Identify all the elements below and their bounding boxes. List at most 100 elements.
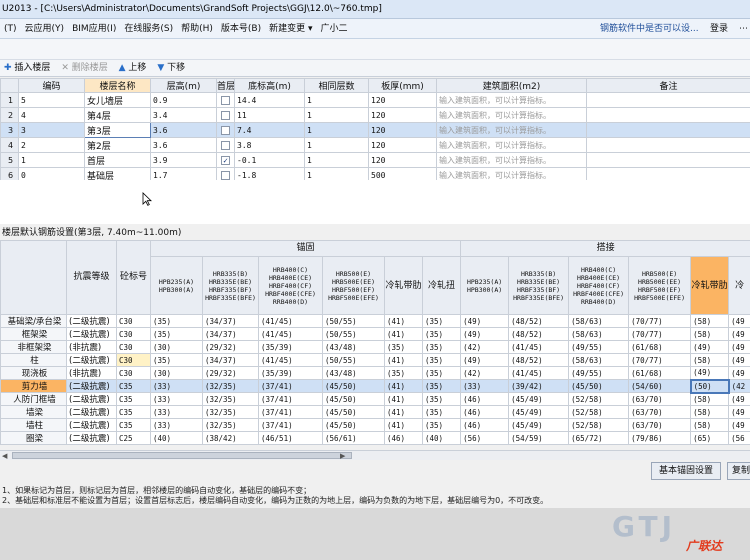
value-cell[interactable]: (49/55) bbox=[568, 366, 630, 380]
value-cell[interactable]: (35) bbox=[421, 379, 462, 393]
seismic-grade-cell[interactable]: (二级抗震) bbox=[66, 405, 117, 419]
value-cell[interactable]: (35) bbox=[384, 340, 423, 354]
floor-code[interactable]: 3 bbox=[18, 122, 85, 138]
table-row[interactable]: 3 3 第3层 3.6 7.4 1 120 输入建筑面积，可以计算指标。 bbox=[0, 122, 750, 138]
header-floor-name[interactable]: 楼层名称 bbox=[84, 78, 151, 93]
value-cell[interactable]: (45/49) bbox=[508, 405, 570, 419]
table-row[interactable]: 墙柱 (二级抗震) C35 (33) (32/35) (37/41) (45/50) (41)… bbox=[0, 418, 750, 432]
same-floor-count[interactable]: 1 bbox=[304, 152, 369, 168]
rebar-grade-header[interactable]: HRB335(B) HRB335E(BE) HRBF335(BF) HRBF335E(… bbox=[202, 256, 259, 315]
table-row[interactable]: 人防门框墙 (二级抗震) C35 (33) (32/35) (37/41) (45/50)(… bbox=[0, 392, 750, 406]
menu-item[interactable]: 广小二 bbox=[316, 19, 351, 39]
value-cell[interactable]: (52/58) bbox=[568, 405, 630, 419]
header-height[interactable]: 层高(m) bbox=[150, 78, 217, 93]
concrete-grade-cell[interactable]: C30 bbox=[116, 314, 151, 328]
value-cell[interactable]: (58/63) bbox=[568, 327, 630, 341]
value-cell[interactable]: (40) bbox=[150, 431, 203, 445]
rebar-grade-header[interactable]: HRB400(C) HRB400E(CE) HRBF400(CF) HRBF400E(… bbox=[568, 256, 630, 315]
value-cell[interactable]: (34/37) bbox=[202, 353, 259, 367]
concrete-grade-cell[interactable]: C25 bbox=[116, 431, 151, 445]
value-cell[interactable]: (38/42) bbox=[202, 431, 259, 445]
value-cell[interactable]: (50/55) bbox=[322, 314, 385, 328]
value-cell[interactable]: (34/37) bbox=[202, 314, 259, 328]
value-cell[interactable]: (45/50) bbox=[322, 405, 385, 419]
value-cell[interactable]: (63/70) bbox=[628, 405, 692, 419]
value-cell[interactable]: (54/59) bbox=[508, 431, 570, 445]
value-cell[interactable]: (33) bbox=[150, 392, 203, 406]
rebar-grade-header[interactable]: HRB500(E) HRB500E(EE) HRBF500(EF) HRBF500E(… bbox=[628, 256, 692, 315]
delete-floor-button[interactable]: ✕ 删除楼层 bbox=[57, 60, 111, 76]
bottom-elevation[interactable]: 14.4 bbox=[234, 92, 305, 108]
value-cell[interactable]: (49) bbox=[690, 340, 730, 354]
value-cell[interactable]: (39/42) bbox=[508, 379, 570, 393]
menu-item[interactable]: (T) bbox=[0, 19, 21, 39]
table-row[interactable]: 柱 (二级抗震) C30 (35) (34/37) (41/45) (50/55) (41)(… bbox=[0, 353, 750, 367]
value-cell[interactable]: (45/50) bbox=[322, 418, 385, 432]
value-cell[interactable]: (35) bbox=[421, 314, 462, 328]
table-row[interactable]: 现浇板 (非抗震) C30 (30) (29/32) (35/39) (43/48) (35)… bbox=[0, 366, 750, 380]
floor-name[interactable]: 第2层 bbox=[84, 137, 151, 153]
first-floor-checkbox[interactable] bbox=[221, 125, 230, 135]
value-cell[interactable]: (49 bbox=[728, 366, 750, 380]
value-cell[interactable]: (32/35) bbox=[202, 392, 259, 406]
table-row[interactable]: 1 5 女儿墙层 0.9 14.4 1 120 输入建筑面积，可以计算指标。 bbox=[0, 92, 750, 108]
value-cell[interactable]: (58) bbox=[690, 418, 730, 432]
header-first-floor[interactable]: 首层 bbox=[216, 78, 235, 93]
first-floor-checkbox[interactable] bbox=[221, 95, 230, 105]
value-cell[interactable]: (48/52) bbox=[508, 314, 570, 328]
table-row[interactable]: 基础梁/承台梁 (二级抗震) C30 (35) (34/37) (41/45) (50/55… bbox=[0, 314, 750, 328]
value-cell[interactable]: (41) bbox=[384, 392, 423, 406]
concrete-grade-cell[interactable]: C30 bbox=[116, 327, 151, 341]
slab-thickness[interactable]: 120 bbox=[368, 122, 437, 138]
news-link[interactable]: 钢筋软件中是否可以设... bbox=[600, 19, 699, 39]
value-cell[interactable]: (49) bbox=[460, 327, 510, 341]
table-row[interactable]: 5 1 首层 3.9 ✓ -0.1 1 120 输入建筑面积，可以计算指标。 bbox=[0, 152, 750, 168]
value-cell[interactable]: (49 bbox=[728, 353, 750, 367]
floor-height[interactable]: 3.6 bbox=[150, 122, 217, 138]
scrollbar-thumb[interactable] bbox=[12, 452, 352, 459]
remarks-cell[interactable] bbox=[586, 152, 750, 168]
value-cell[interactable]: (35) bbox=[150, 353, 203, 367]
value-cell[interactable]: (32/35) bbox=[202, 418, 259, 432]
value-cell[interactable]: (42) bbox=[460, 366, 510, 380]
value-cell[interactable]: (61/68) bbox=[628, 340, 692, 354]
building-area-input[interactable]: 输入建筑面积，可以计算指标。 bbox=[436, 137, 587, 153]
value-cell[interactable]: (33) bbox=[150, 418, 203, 432]
value-cell[interactable]: (45/49) bbox=[508, 418, 570, 432]
same-floor-count[interactable]: 1 bbox=[304, 107, 369, 123]
remarks-cell[interactable] bbox=[586, 92, 750, 108]
concrete-grade-cell[interactable]: C30 bbox=[116, 353, 151, 367]
value-cell[interactable]: (58) bbox=[690, 405, 730, 419]
floor-name[interactable]: 第4层 bbox=[84, 107, 151, 123]
building-area-input[interactable]: 输入建筑面积，可以计算指标。 bbox=[436, 152, 587, 168]
value-cell[interactable]: (56 bbox=[728, 431, 750, 445]
value-cell[interactable]: (29/32) bbox=[202, 340, 259, 354]
value-cell[interactable]: (58/63) bbox=[568, 314, 630, 328]
value-cell[interactable]: (70/77) bbox=[628, 327, 692, 341]
bottom-elevation[interactable]: -0.1 bbox=[234, 152, 305, 168]
move-down-button[interactable]: ▼ 下移 bbox=[153, 60, 189, 76]
first-floor-checkbox[interactable] bbox=[221, 170, 230, 180]
value-cell[interactable]: (54/60) bbox=[628, 379, 692, 393]
value-cell[interactable]: (35) bbox=[421, 405, 462, 419]
value-cell[interactable]: (35) bbox=[421, 418, 462, 432]
value-cell[interactable]: (63/70) bbox=[628, 392, 692, 406]
value-cell[interactable]: (58) bbox=[690, 314, 730, 328]
value-cell[interactable]: (35) bbox=[421, 353, 462, 367]
value-cell[interactable]: (41/45) bbox=[258, 353, 323, 367]
value-cell[interactable]: (70/77) bbox=[628, 353, 692, 367]
header-same-floors[interactable]: 相同层数 bbox=[304, 78, 369, 93]
value-cell[interactable]: (46) bbox=[460, 405, 510, 419]
value-cell[interactable]: (58/63) bbox=[568, 353, 630, 367]
concrete-grade-cell[interactable]: C35 bbox=[116, 418, 151, 432]
floor-height[interactable]: 3.6 bbox=[150, 137, 217, 153]
seismic-grade-cell[interactable]: (二级抗震) bbox=[66, 418, 117, 432]
seismic-grade-cell[interactable]: (二级抗震) bbox=[66, 379, 117, 393]
value-cell[interactable]: (37/41) bbox=[258, 418, 323, 432]
value-cell[interactable]: (61/68) bbox=[628, 366, 692, 380]
value-cell[interactable]: (32/35) bbox=[202, 379, 259, 393]
value-cell[interactable]: (49) bbox=[460, 314, 510, 328]
header-slab-thickness[interactable]: 板厚(mm) bbox=[368, 78, 437, 93]
floor-height[interactable]: 0.9 bbox=[150, 92, 217, 108]
value-cell[interactable]: (41) bbox=[384, 379, 423, 393]
